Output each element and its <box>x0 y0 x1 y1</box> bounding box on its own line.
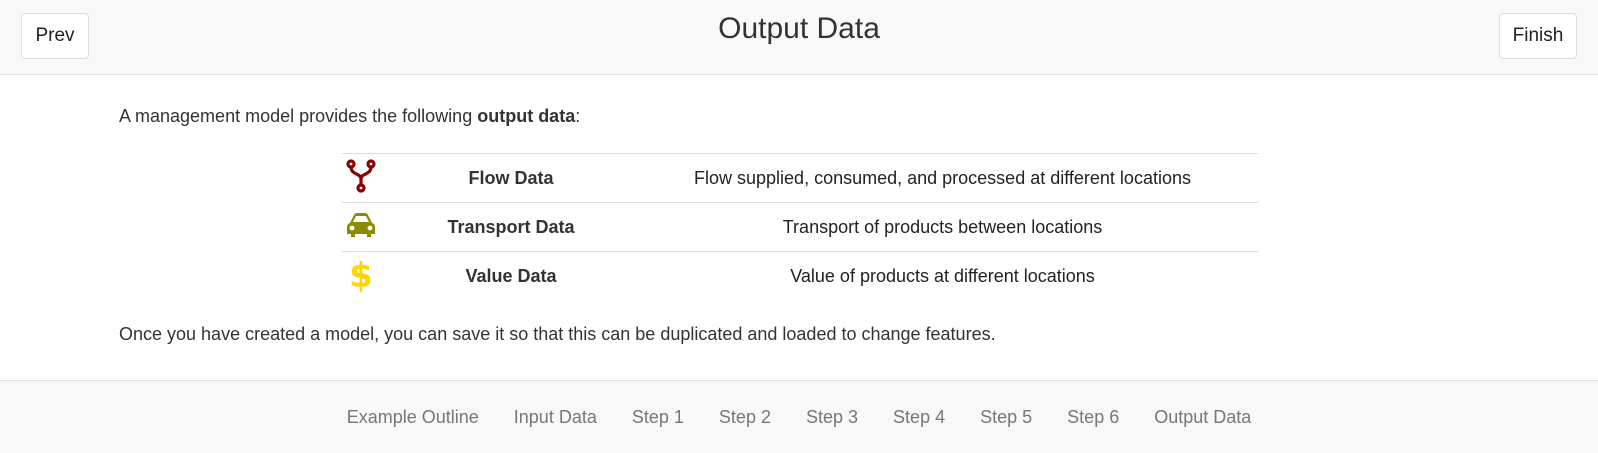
row-name: Flow Data <box>468 167 554 188</box>
row-name: Transport Data <box>447 216 575 237</box>
nav-link-step-2[interactable]: Step 2 <box>719 407 771 428</box>
row-description: Transport of products between locations <box>782 216 1103 237</box>
intro-text-end: : <box>575 106 581 126</box>
page-title: Output Data <box>718 12 880 45</box>
svg-text:$: $ <box>349 256 373 292</box>
main-content: A management model provides the followin… <box>0 75 1598 380</box>
outro-text: Once you have created a model, you can s… <box>119 324 996 344</box>
nav-link-example-outline[interactable]: Example Outline <box>347 407 479 428</box>
nav-link-step-1[interactable]: Step 1 <box>632 407 684 428</box>
nav-link-step-6[interactable]: Step 6 <box>1067 407 1119 428</box>
intro-text: A management model provides the followin… <box>119 106 580 127</box>
dollar-icon: $ <box>349 256 373 296</box>
finish-button[interactable]: Finish <box>1499 13 1577 59</box>
nav-link-step-4[interactable]: Step 4 <box>893 407 945 428</box>
table-row: Transport Data Transport of products bet… <box>342 202 1258 252</box>
table-row: Flow Data Flow supplied, consumed, and p… <box>342 153 1258 203</box>
nav-link-step-3[interactable]: Step 3 <box>806 407 858 428</box>
row-description: Flow supplied, consumed, and processed a… <box>694 167 1191 188</box>
row-name: Value Data <box>465 265 557 286</box>
row-icon-cell: $ <box>342 252 395 301</box>
header-bar: Prev Output Data Finish <box>0 0 1598 75</box>
intro-text-bold: output data <box>477 106 576 126</box>
fork-icon <box>346 158 376 193</box>
row-description: Value of products at different locations <box>790 265 1095 286</box>
step-navigation: Example Outline Input Data Step 1 Step 2… <box>0 407 1598 428</box>
row-icon-cell <box>342 203 395 252</box>
row-icon-cell <box>342 154 395 203</box>
table-row: $ Value Data Value of products at differ… <box>342 251 1258 301</box>
car-icon <box>347 212 375 237</box>
nav-link-step-5[interactable]: Step 5 <box>980 407 1032 428</box>
output-data-table: Flow Data Flow supplied, consumed, and p… <box>342 153 1258 301</box>
intro-text-lead: A management model provides the followin… <box>119 106 478 126</box>
footer-nav-bar: Example Outline Input Data Step 1 Step 2… <box>0 380 1598 453</box>
nav-link-input-data[interactable]: Input Data <box>514 407 597 428</box>
nav-link-output-data[interactable]: Output Data <box>1154 407 1251 428</box>
